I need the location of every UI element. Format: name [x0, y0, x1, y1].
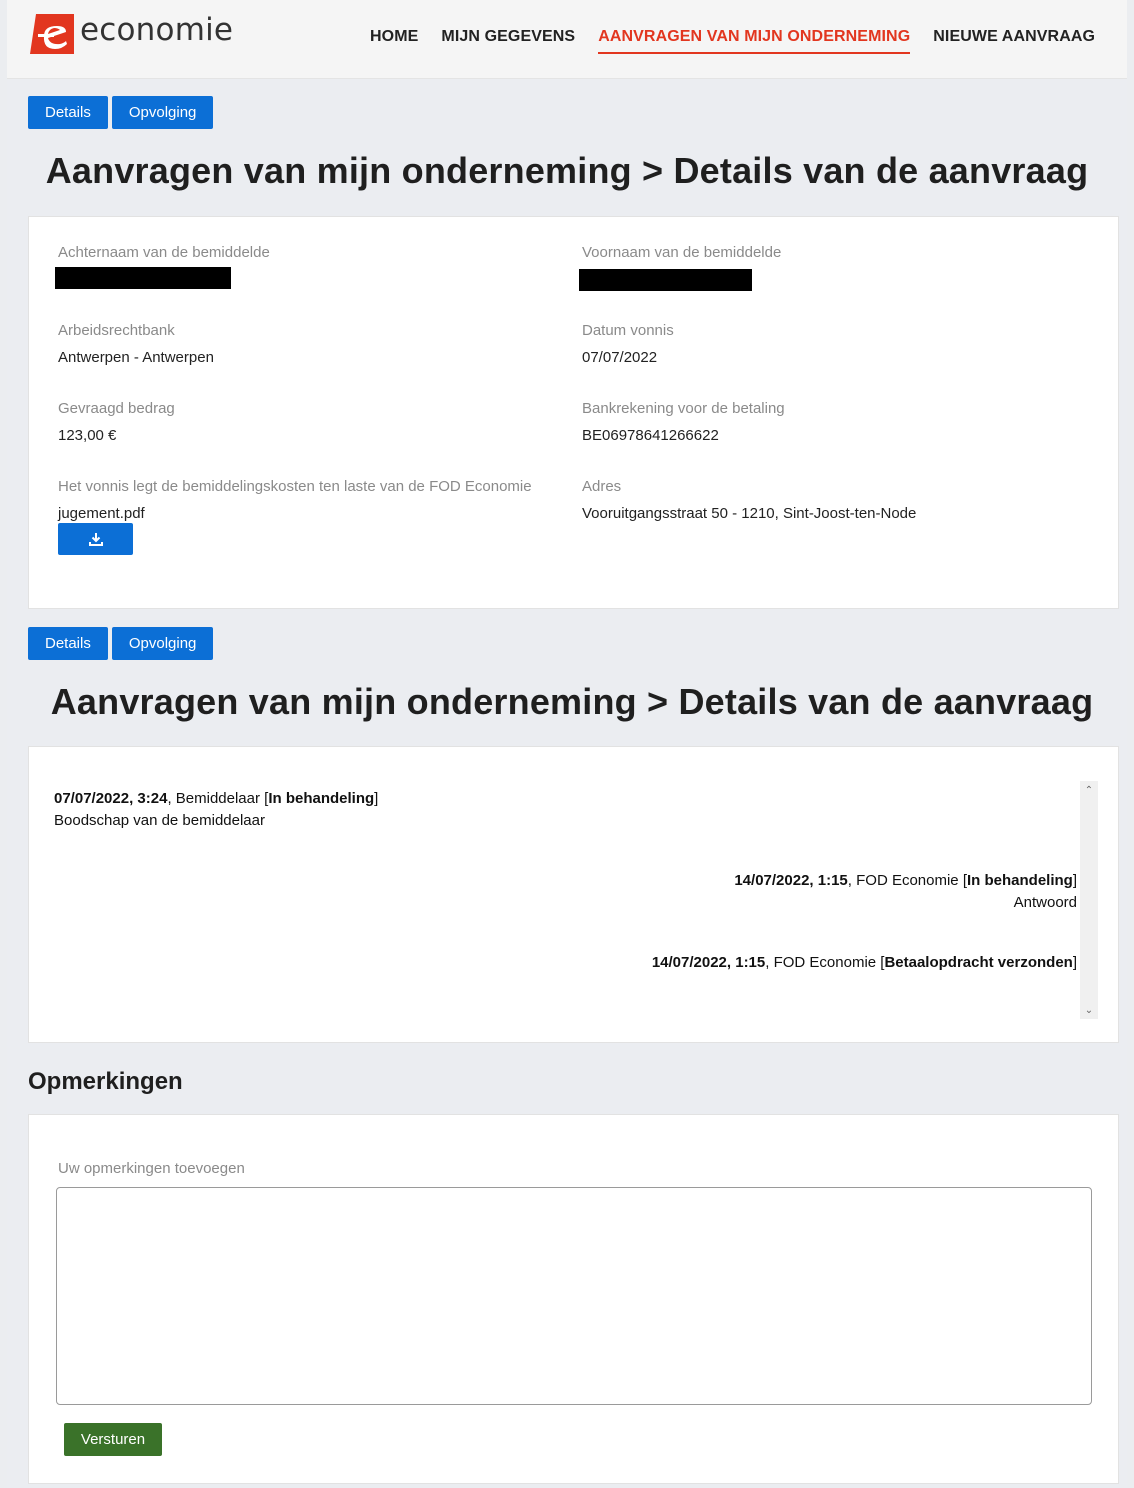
messages-card: 07/07/2022, 3:24, Bemiddelaar [In behand…: [28, 746, 1119, 1043]
logo[interactable]: economie: [30, 12, 234, 54]
bankrekening-value: BE06978641266622: [582, 427, 719, 444]
tab-opvolging[interactable]: Opvolging: [111, 96, 214, 129]
logo-text: economie: [80, 12, 234, 48]
remarks-card: Uw opmerkingen toevoegen Versturen: [28, 1114, 1119, 1484]
gevraagd-bedrag-label: Gevraagd bedrag: [58, 400, 175, 417]
economie-logo-icon: [30, 14, 74, 54]
message-2-body: Antwoord: [1013, 894, 1077, 911]
vonnis-label: Het vonnis legt de bemiddelingskosten te…: [58, 478, 532, 495]
nav-nieuwe-aanvraag[interactable]: NIEUWE AANVRAAG: [933, 28, 1095, 54]
versturen-button[interactable]: Versturen: [64, 1423, 162, 1456]
tab-group-opvolging: Details Opvolging: [28, 627, 217, 660]
arbeidsrechtbank-value: Antwerpen - Antwerpen: [58, 349, 214, 366]
voornaam-label: Voornaam van de bemiddelde: [582, 244, 782, 261]
tab-group-details: Details Opvolging: [28, 96, 217, 129]
page: economie HOME MIJN GEGEVENS AANVRAGEN VA…: [7, 0, 1127, 1488]
tab-details-2[interactable]: Details: [28, 627, 108, 660]
top-bar: economie HOME MIJN GEGEVENS AANVRAGEN VA…: [7, 0, 1127, 79]
message-1: 07/07/2022, 3:24, Bemiddelaar [In behand…: [54, 788, 378, 832]
scroll-up-icon[interactable]: ⌃: [1080, 781, 1098, 799]
main-nav: HOME MIJN GEGEVENS AANVRAGEN VAN MIJN ON…: [370, 28, 1095, 54]
message-3-status: Betaalopdracht verzonden: [884, 954, 1073, 971]
message-3-sender: , FOD Economie [: [765, 954, 885, 971]
remarks-textarea[interactable]: [56, 1187, 1092, 1405]
message-1-sender: , Bemiddelaar [: [167, 790, 269, 807]
message-2: 14/07/2022, 1:15, FOD Economie [In behan…: [734, 870, 1077, 914]
message-2-bracket: ]: [1072, 872, 1077, 889]
nav-home[interactable]: HOME: [370, 28, 418, 54]
gevraagd-bedrag-value: 123,00 €: [58, 427, 117, 444]
tab-opvolging-2[interactable]: Opvolging: [111, 627, 214, 660]
adres-label: Adres: [582, 478, 622, 495]
download-button[interactable]: [58, 523, 133, 555]
details-card: Achternaam van de bemiddelde Voornaam va…: [28, 216, 1119, 609]
vonnis-file-name: jugement.pdf: [58, 505, 145, 522]
message-3: 14/07/2022, 1:15, FOD Economie [Betaalop…: [652, 952, 1077, 974]
arbeidsrechtbank-label: Arbeidsrechtbank: [58, 322, 175, 339]
message-3-header: 14/07/2022, 1:15, FOD Economie [Betaalop…: [652, 952, 1077, 974]
nav-aanvragen-van-mijn-onderneming[interactable]: AANVRAGEN VAN MIJN ONDERNEMING: [598, 28, 911, 54]
message-2-header: 14/07/2022, 1:15, FOD Economie [In behan…: [734, 870, 1077, 892]
message-2-sender: , FOD Economie [: [847, 872, 967, 889]
bankrekening-label: Bankrekening voor de betaling: [582, 400, 785, 417]
tab-details[interactable]: Details: [28, 96, 108, 129]
message-1-header: 07/07/2022, 3:24, Bemiddelaar [In behand…: [54, 788, 378, 810]
remarks-field-label: Uw opmerkingen toevoegen: [58, 1160, 245, 1177]
datum-vonnis-label: Datum vonnis: [582, 322, 674, 339]
message-3-bracket: ]: [1072, 954, 1077, 971]
page-title: Aanvragen van mijn onderneming > Details…: [45, 150, 1089, 191]
scroll-down-icon[interactable]: ⌄: [1080, 1001, 1098, 1019]
messages-scrollbar[interactable]: ⌃ ⌄: [1080, 781, 1098, 1019]
adres-value: Vooruitgangsstraat 50 - 1210, Sint-Joost…: [582, 505, 917, 522]
message-1-bracket: ]: [374, 790, 379, 807]
voornaam-redacted: [579, 269, 752, 291]
page-title-2: Aanvragen van mijn onderneming > Details…: [50, 681, 1094, 722]
achternaam-redacted: [55, 267, 231, 289]
message-2-timestamp: 14/07/2022, 1:15: [734, 872, 848, 889]
download-icon: [88, 533, 103, 546]
message-3-timestamp: 14/07/2022, 1:15: [651, 954, 766, 971]
message-1-status: In behandeling: [268, 790, 375, 807]
achternaam-label: Achternaam van de bemiddelde: [58, 244, 270, 261]
message-1-timestamp: 07/07/2022, 3:24: [54, 790, 168, 807]
remarks-title: Opmerkingen: [28, 1068, 183, 1095]
nav-mijn-gegevens[interactable]: MIJN GEGEVENS: [441, 28, 575, 54]
datum-vonnis-value: 07/07/2022: [582, 349, 658, 366]
message-1-body: Boodschap van de bemiddelaar: [54, 812, 265, 829]
message-2-status: In behandeling: [966, 872, 1073, 889]
